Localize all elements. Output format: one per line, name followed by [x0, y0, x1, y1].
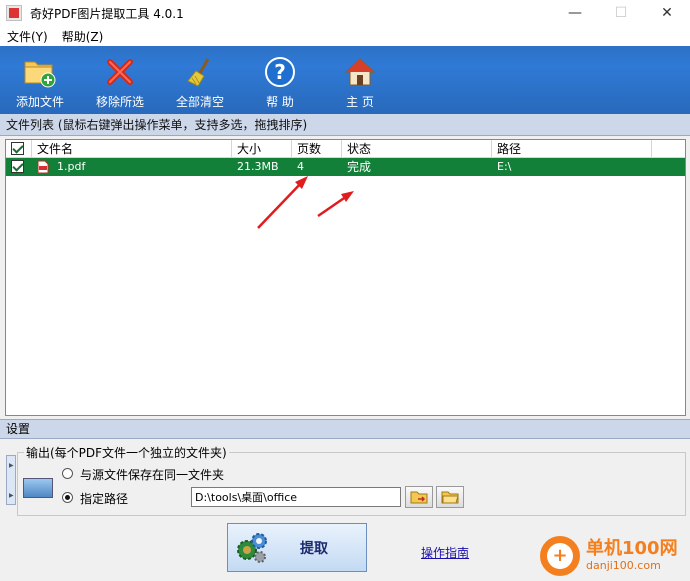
column-name[interactable]: 文件名: [32, 140, 232, 158]
window-title: 奇好PDF图片提取工具 4.0.1: [30, 6, 184, 21]
extract-label: 提取: [300, 540, 328, 557]
remove-selected-button[interactable]: 移除所选: [80, 46, 160, 114]
file-path: E:\: [497, 160, 512, 173]
close-button[interactable]: ✕: [644, 0, 690, 26]
extract-button[interactable]: 提取: [227, 523, 367, 572]
column-size[interactable]: 大小: [232, 140, 292, 158]
clear-all-label: 全部清空: [175, 95, 224, 109]
minimize-button[interactable]: —: [552, 0, 598, 26]
watermark: + 单机100网 danji100.com: [540, 536, 678, 576]
menu-file[interactable]: 文件(Y): [0, 28, 55, 45]
title-bar: 奇好PDF图片提取工具 4.0.1 — ☐ ✕: [0, 0, 690, 26]
watermark-title: 单机100网: [586, 538, 678, 559]
clear-all-button[interactable]: 全部清空: [160, 46, 240, 114]
arrow-to-pages: [257, 179, 305, 229]
picture-folder-icon: [23, 478, 53, 498]
app-icon: [6, 5, 22, 21]
help-button[interactable]: ? 帮 助: [240, 46, 320, 114]
column-pages[interactable]: 页数: [292, 140, 342, 158]
home-button[interactable]: 主 页: [320, 46, 400, 114]
annotation-arrows: [257, 176, 354, 229]
open-folder-button[interactable]: [436, 486, 464, 508]
maximize-button[interactable]: ☐: [598, 0, 644, 26]
file-list-header: 文件列表 (鼠标右键弹出操作菜单，支持多选，拖拽排序): [0, 114, 690, 136]
remove-x-icon: [103, 55, 137, 89]
column-path[interactable]: 路径: [492, 140, 652, 158]
folder-arrow-icon: [410, 491, 428, 504]
output-path-input[interactable]: [191, 487, 401, 507]
menu-help[interactable]: 帮助(Z): [55, 28, 111, 45]
radio-custom-path-label: 指定路径: [80, 492, 129, 506]
add-file-button[interactable]: 添加文件: [0, 46, 80, 114]
radio-same-folder[interactable]: [62, 468, 73, 479]
open-folder-icon: [441, 491, 459, 504]
window-controls: — ☐ ✕: [552, 0, 690, 26]
operation-guide-link[interactable]: 操作指南: [421, 544, 469, 561]
row-checkbox[interactable]: [11, 160, 24, 173]
menu-bar: 文件(Y) 帮助(Z): [0, 26, 690, 46]
add-file-label: 添加文件: [15, 95, 64, 109]
toolbar: 添加文件 移除所选 全部清空 ? 帮 助 主 页: [0, 46, 690, 114]
help-icon: ?: [263, 55, 297, 89]
broom-icon: [183, 55, 217, 89]
radio-same-folder-label: 与源文件保存在同一文件夹: [80, 468, 225, 482]
file-list-columns: 文件名 大小 页数 状态 路径: [6, 140, 685, 158]
settings-header: 设置: [0, 419, 690, 439]
file-list[interactable]: 文件名 大小 页数 状态 路径 1.pdf 21.3MB 4 完成 E:\: [5, 139, 686, 416]
radio-custom-path[interactable]: [62, 492, 73, 503]
add-folder-icon: [23, 55, 57, 89]
column-status[interactable]: 状态: [342, 140, 492, 158]
help-label: 帮 助: [266, 95, 294, 109]
svg-text:?: ?: [274, 60, 286, 84]
home-label: 主 页: [346, 95, 374, 109]
file-name: 1.pdf: [57, 160, 86, 173]
settings-side-tab[interactable]: ▶ ▶: [6, 455, 16, 505]
gears-icon: [237, 532, 267, 563]
select-all-checkbox[interactable]: [11, 142, 24, 155]
watermark-url: danji100.com: [586, 559, 661, 572]
column-select-all[interactable]: [6, 140, 32, 158]
browse-path-button[interactable]: [405, 486, 433, 508]
watermark-logo-icon: +: [540, 536, 580, 576]
remove-selected-label: 移除所选: [95, 95, 144, 109]
home-icon: [343, 55, 377, 89]
pdf-file-icon: [37, 160, 49, 174]
output-legend: 输出(每个PDF文件一个独立的文件夹): [24, 444, 229, 461]
